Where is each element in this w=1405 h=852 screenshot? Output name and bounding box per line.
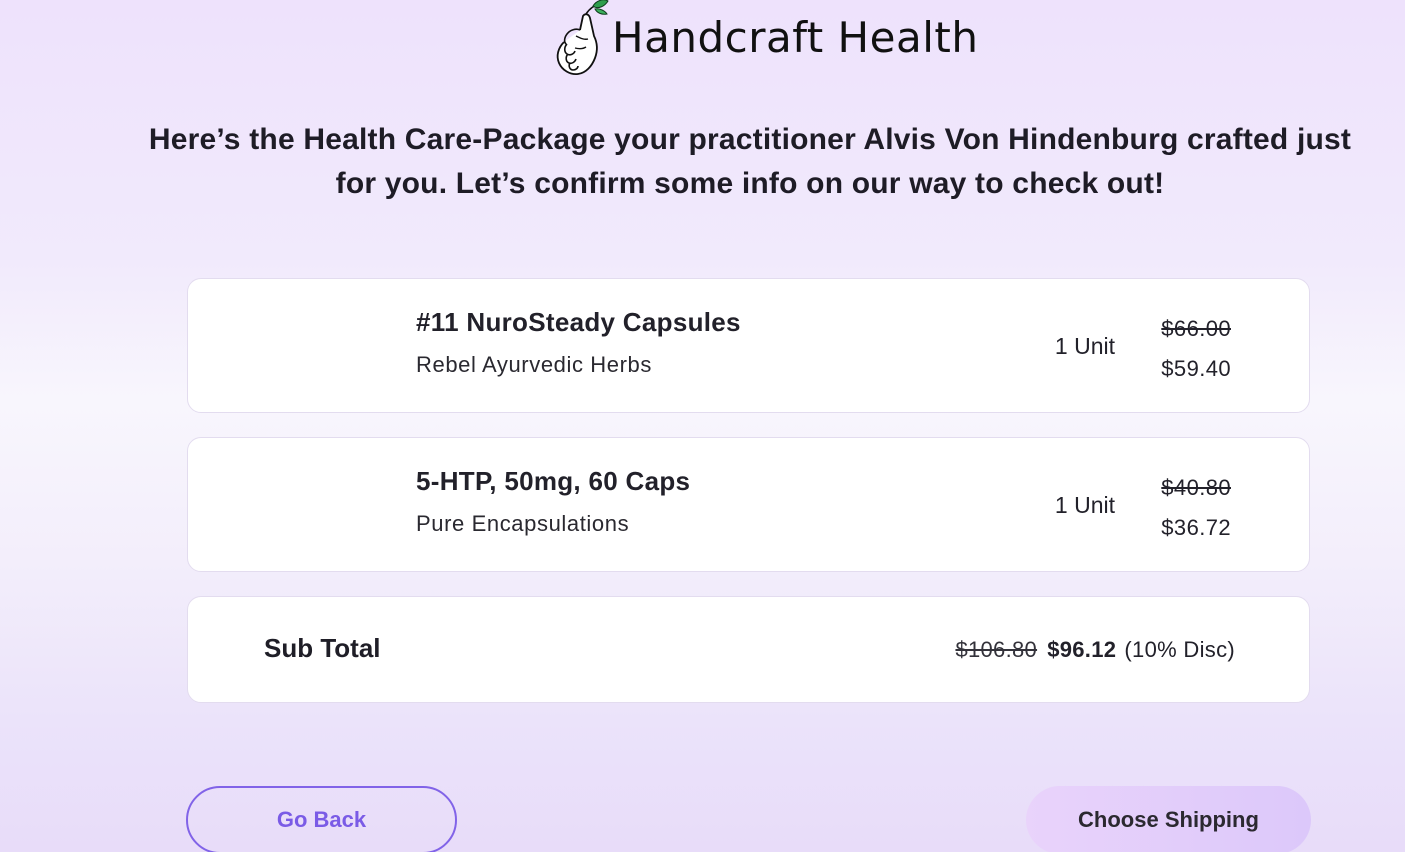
product-name: 5-HTP, 50mg, 60 Caps [416, 466, 691, 496]
product-quantity: 1 Unit [1054, 492, 1115, 518]
brand-logo[interactable]: Handcraft Health [550, 0, 978, 80]
product-prices: $40.80 $36.72 [1161, 468, 1231, 548]
product-info: 5-HTP, 50mg, 60 Caps Pure Encapsulations [416, 466, 690, 537]
subtotal-total: $96.12 [1047, 637, 1117, 662]
product-card: 5-HTP, 50mg, 60 Caps Pure Encapsulations… [187, 437, 1310, 572]
product-brand: Pure Encapsulations [416, 511, 630, 536]
original-price: $40.80 [1161, 475, 1231, 500]
subtotal-values: $106.80 $96.12 (10% Disc) [955, 637, 1235, 663]
original-price: $66.00 [1161, 316, 1231, 341]
product-card: #11 NuroSteady Capsules Rebel Ayurvedic … [187, 278, 1310, 413]
brand-name: Handcraft Health [612, 12, 979, 62]
go-back-button[interactable]: Go Back [186, 786, 457, 852]
discounted-price: $36.72 [1161, 515, 1231, 540]
hand-holding-sprout-icon [556, 0, 609, 76]
intro-message: Here’s the Health Care-Package your prac… [148, 123, 1352, 200]
header: Handcraft Health [0, 0, 1405, 82]
product-info: #11 NuroSteady Capsules Rebel Ayurvedic … [416, 307, 741, 378]
subtotal-discount: (10% Disc) [1124, 637, 1235, 662]
product-brand: Rebel Ayurvedic Herbs [416, 352, 652, 377]
product-prices: $66.00 $59.40 [1161, 309, 1231, 389]
choose-shipping-button[interactable]: Choose Shipping [1026, 786, 1311, 852]
product-name: #11 NuroSteady Capsules [416, 307, 741, 337]
subtotal-original: $106.80 [955, 637, 1038, 662]
subtotal-card: Sub Total $106.80 $96.12 (10% Disc) [187, 596, 1310, 703]
discounted-price: $59.40 [1161, 356, 1231, 381]
product-quantity: 1 Unit [1054, 333, 1115, 359]
subtotal-label: Sub Total [264, 633, 381, 663]
